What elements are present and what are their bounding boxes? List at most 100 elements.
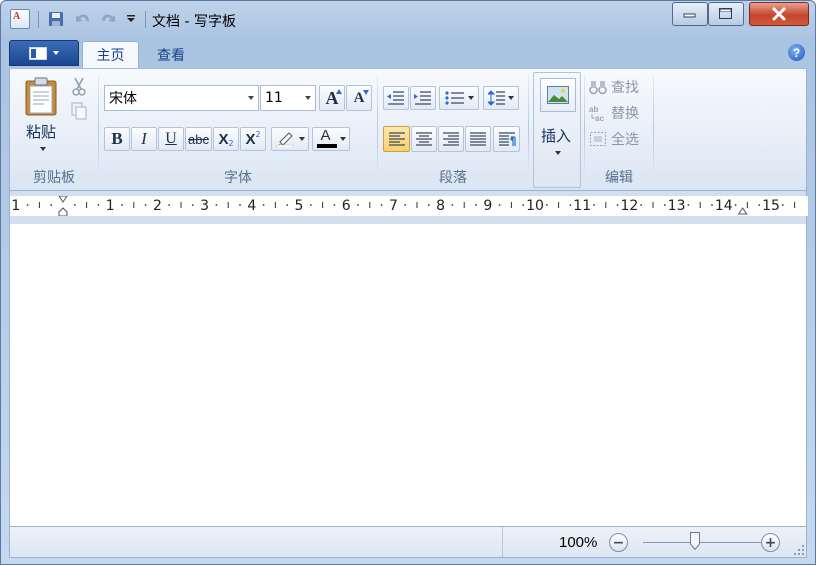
replace-icon: abac bbox=[589, 105, 604, 122]
font-family-select[interactable]: 宋体 bbox=[104, 85, 259, 111]
font-family-value: 宋体 bbox=[109, 91, 137, 107]
undo-icon[interactable] bbox=[73, 9, 93, 29]
minimize-button[interactable] bbox=[672, 2, 708, 26]
ruler-tick bbox=[463, 202, 465, 208]
ruler-background bbox=[10, 196, 808, 216]
increase-indent-button[interactable] bbox=[410, 86, 436, 110]
tab-view[interactable]: 查看 bbox=[141, 41, 201, 68]
italic-button[interactable]: I bbox=[131, 127, 157, 151]
ruler-tick bbox=[227, 202, 229, 208]
ruler-tick bbox=[309, 204, 312, 206]
zoom-slider-track[interactable] bbox=[643, 542, 764, 543]
save-icon[interactable] bbox=[46, 9, 66, 29]
highlight-color-button[interactable] bbox=[271, 127, 309, 151]
insert-button[interactable]: 插入 bbox=[533, 72, 581, 188]
chevron-down-icon bbox=[248, 96, 254, 100]
copy-icon[interactable] bbox=[70, 101, 90, 121]
superscript-icon: X bbox=[245, 130, 256, 148]
shrink-font-button[interactable]: A bbox=[346, 85, 372, 111]
font-color-button[interactable]: A bbox=[312, 127, 350, 151]
find-button[interactable]: 查找 bbox=[589, 76, 639, 98]
plus-icon: + bbox=[764, 534, 777, 551]
justify-button[interactable] bbox=[465, 126, 491, 152]
zoom-level: 100% bbox=[559, 534, 598, 551]
ruler-tick bbox=[274, 202, 276, 208]
find-label: 查找 bbox=[611, 80, 639, 96]
clipboard-icon bbox=[25, 77, 57, 116]
bullet-list-button[interactable] bbox=[439, 86, 479, 110]
font-color-letter: A bbox=[320, 127, 331, 144]
ruler-number: 15 bbox=[762, 198, 780, 214]
align-right-icon bbox=[443, 132, 459, 146]
bold-button[interactable]: B bbox=[104, 127, 130, 151]
underline-button[interactable]: U bbox=[158, 127, 184, 151]
ruler-tick bbox=[781, 204, 784, 206]
ruler-tick bbox=[239, 204, 241, 206]
customize-quick-access-icon[interactable] bbox=[121, 9, 141, 29]
ruler-tick bbox=[498, 204, 501, 206]
ruler-number: 2 bbox=[153, 198, 162, 214]
ruler-tick bbox=[545, 204, 548, 206]
ruler-tick bbox=[593, 204, 595, 206]
align-left-button[interactable] bbox=[383, 126, 410, 152]
ruler-tick bbox=[133, 202, 135, 208]
grow-font-button[interactable]: A bbox=[319, 85, 345, 111]
ruler-tick bbox=[711, 204, 713, 206]
font-color-icon: A bbox=[316, 127, 337, 149]
paragraph-group: 段落 bbox=[378, 69, 528, 190]
ruler-number: 5 bbox=[295, 198, 304, 214]
ruler-tick bbox=[50, 204, 53, 206]
select-all-button[interactable]: 全选 bbox=[589, 128, 639, 150]
replace-button[interactable]: ab ac 替换 bbox=[589, 102, 639, 124]
ruler-number: 1 bbox=[11, 198, 20, 214]
redo-icon[interactable] bbox=[98, 9, 118, 29]
ruler-tick bbox=[640, 204, 643, 206]
subscript-button[interactable]: X 2 bbox=[213, 127, 239, 151]
help-icon[interactable]: ? bbox=[788, 44, 805, 61]
minimize-icon bbox=[683, 13, 696, 18]
paragraph-group-label: 段落 bbox=[439, 170, 467, 186]
cut-icon[interactable] bbox=[70, 77, 90, 97]
ruler-number: 3 bbox=[200, 198, 209, 214]
paste-button[interactable]: 粘贴 bbox=[18, 75, 66, 159]
underline-icon: U bbox=[165, 130, 177, 147]
ruler-tick bbox=[357, 204, 359, 206]
close-button[interactable] bbox=[749, 2, 809, 26]
ruler[interactable]: 1 1 2 3 4 5 6 7 8 9 10 11 12 13 14 15 bbox=[10, 196, 808, 216]
ruler-tick bbox=[180, 202, 182, 208]
line-spacing-button[interactable] bbox=[483, 86, 519, 110]
ruler-tick bbox=[380, 204, 383, 206]
picture-icon bbox=[540, 78, 576, 112]
ruler-tick bbox=[451, 204, 454, 206]
chevron-down-icon bbox=[467, 96, 474, 100]
zoom-slider-thumb[interactable] bbox=[690, 532, 700, 550]
paragraph-settings-button[interactable] bbox=[493, 126, 520, 152]
zoom-in-button[interactable]: + bbox=[761, 533, 780, 552]
superscript-button[interactable]: X 2 bbox=[240, 127, 266, 151]
ruler-number: 7 bbox=[389, 198, 398, 214]
maximize-button[interactable] bbox=[708, 2, 744, 26]
document-editor[interactable] bbox=[9, 224, 807, 526]
font-size-select[interactable]: 11 bbox=[260, 85, 316, 111]
insert-group: 插入 bbox=[531, 69, 581, 190]
application-menu-button[interactable] bbox=[9, 40, 79, 66]
font-group-label: 字体 bbox=[224, 170, 252, 186]
strikethrough-button[interactable]: abc bbox=[185, 127, 212, 151]
app-menu-icon bbox=[29, 46, 47, 60]
binoculars-icon bbox=[589, 81, 607, 95]
ruler-number: 10 bbox=[526, 198, 544, 214]
decrease-indent-button[interactable] bbox=[383, 86, 409, 110]
align-right-button[interactable] bbox=[438, 126, 464, 152]
tab-home[interactable]: 主页 bbox=[82, 41, 139, 68]
ruler-tick bbox=[416, 202, 418, 208]
subscript-icon: X bbox=[218, 130, 229, 148]
chevron-down-icon bbox=[305, 96, 311, 100]
superscript-mark: 2 bbox=[255, 130, 261, 139]
zoom-out-button[interactable]: − bbox=[609, 533, 628, 552]
wordpad-app-icon[interactable] bbox=[10, 9, 30, 29]
resize-grip-icon[interactable] bbox=[794, 545, 804, 555]
ruler-tick bbox=[652, 202, 654, 208]
justify-icon bbox=[470, 132, 486, 146]
align-center-button[interactable] bbox=[411, 126, 437, 152]
status-separator bbox=[502, 527, 503, 557]
